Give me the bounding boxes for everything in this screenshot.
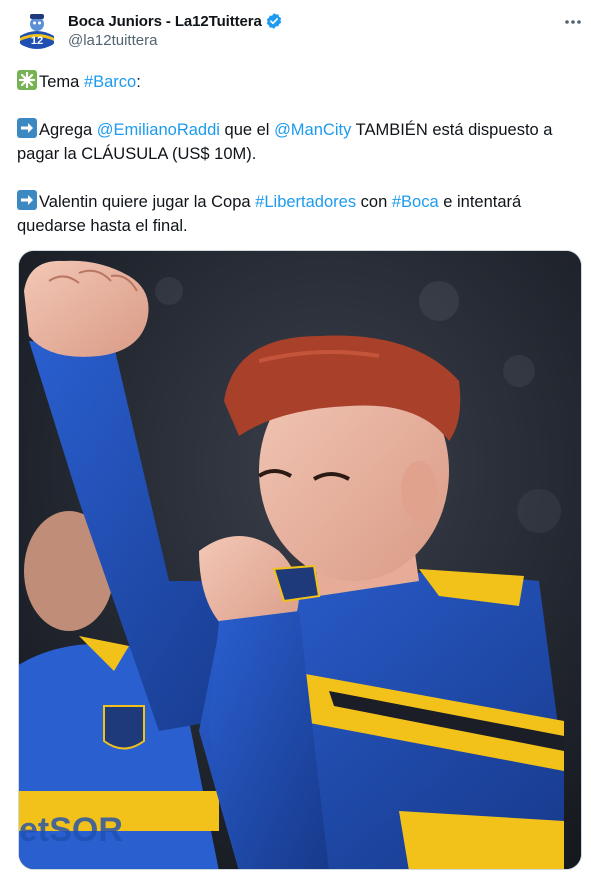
tweet-text: Tema #Barco: Agrega @EmilianoRaddi que e…	[17, 70, 577, 238]
mention-emiliano-raddi[interactable]: @EmilianoRaddi	[97, 121, 220, 139]
hashtag-libertadores[interactable]: #Libertadores	[255, 193, 356, 211]
author-avatar[interactable]: 12	[16, 10, 58, 52]
right-arrow-emoji-icon	[17, 118, 37, 138]
author-name-row: Boca Juniors - La12Tuittera	[68, 11, 283, 31]
copa-text-2: con	[356, 193, 392, 211]
right-arrow-emoji-icon	[17, 190, 37, 210]
more-options-icon[interactable]	[560, 12, 586, 32]
verified-badge-icon[interactable]	[265, 12, 283, 30]
hashtag-boca[interactable]: #Boca	[392, 193, 439, 211]
copa-text-1: Valentin quiere jugar la Copa	[39, 193, 256, 211]
hashtag-barco[interactable]: #Barco	[84, 73, 136, 91]
tweet-line-libertadores: Valentin quiere jugar la Copa #Libertado…	[17, 190, 577, 238]
author-handle[interactable]: @la12tuittera	[68, 32, 157, 49]
clause-text-2: que el	[219, 121, 275, 139]
tweet-media-photo[interactable]: etSOR	[18, 250, 582, 870]
author-display-name[interactable]: Boca Juniors - La12Tuittera	[68, 13, 262, 30]
tweet-line-topic: Tema #Barco:	[17, 70, 577, 94]
avatar-number: 12	[31, 35, 43, 47]
topic-label: Tema	[39, 73, 84, 91]
tweet-card: 12 Boca Juniors - La12Tuittera @la12tuit…	[0, 0, 591, 878]
clause-text-1: Agrega	[39, 121, 97, 139]
la12-mascot-avatar-icon: 12	[16, 10, 58, 52]
mention-mancity[interactable]: @ManCity	[274, 121, 351, 139]
tweet-line-clause: Agrega @EmilianoRaddi que el @ManCity TA…	[17, 118, 577, 166]
topic-colon: :	[136, 73, 141, 91]
background-shirt-text: etSOR	[19, 811, 123, 849]
sparkle-emoji-icon	[17, 70, 37, 90]
player-photo-illustration: etSOR	[19, 251, 581, 869]
